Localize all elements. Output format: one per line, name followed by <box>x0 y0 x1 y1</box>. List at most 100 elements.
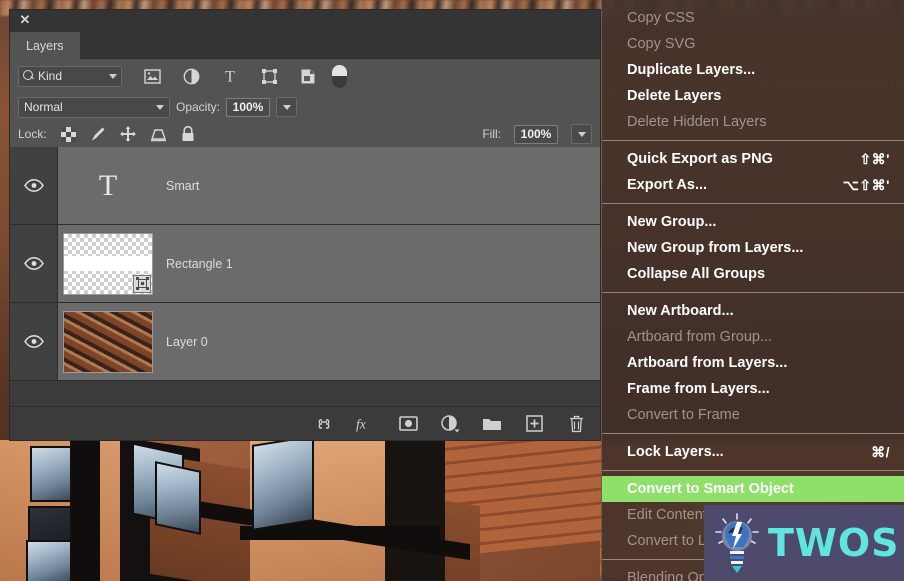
type-layer-icon: T <box>98 168 118 202</box>
menu-item-label: New Group from Layers... <box>627 240 804 256</box>
menu-item-shortcut: ⌘/ <box>871 443 890 460</box>
filter-kind-label: Kind <box>38 69 63 83</box>
adjustment-filter-icon[interactable] <box>181 66 201 86</box>
table-row[interactable]: Rectangle 1 <box>10 225 600 303</box>
layers-panel: ✕ Layers Kind T Normal Opacity: 100% Loc… <box>10 10 600 440</box>
eye-icon[interactable] <box>23 335 44 348</box>
screenshot-root: ✕ Layers Kind T Normal Opacity: 100% Loc… <box>0 0 904 581</box>
image-layer-thumbnail <box>63 310 153 373</box>
menu-item[interactable]: New Group from Layers... <box>602 235 904 261</box>
menu-item-label: Copy SVG <box>627 36 696 52</box>
panel-tab-bar: Layers <box>10 32 600 59</box>
link-layers-icon[interactable] <box>314 414 334 434</box>
fill-stepper[interactable] <box>571 124 592 144</box>
watermark-text: TWOS <box>768 521 900 565</box>
table-row[interactable]: Layer 0 <box>10 303 600 381</box>
menu-item-label: Artboard from Layers... <box>627 355 788 371</box>
menu-separator <box>602 292 904 293</box>
blend-mode-select[interactable]: Normal <box>18 96 170 118</box>
layer-visibility-cell[interactable] <box>10 303 58 380</box>
menu-item-label: Convert to Frame <box>627 407 740 423</box>
filter-enable-toggle[interactable] <box>332 64 347 88</box>
menu-item-label: Artboard from Group... <box>627 329 773 345</box>
smart-object-filter-icon[interactable] <box>298 66 318 86</box>
pixel-filter-icon[interactable] <box>142 66 162 86</box>
panel-titlebar: ✕ <box>10 10 600 32</box>
watermark-overlay: TWOS <box>704 505 904 581</box>
menu-item[interactable]: Lock Layers... ⌘/ <box>602 439 904 465</box>
opacity-input[interactable]: 100% <box>226 97 271 117</box>
menu-item: Copy SVG <box>602 31 904 57</box>
layer-mask-icon[interactable] <box>398 414 418 434</box>
vector-mask-badge-icon <box>133 274 151 293</box>
menu-item[interactable]: Quick Export as PNG ⇧⌘' <box>602 146 904 172</box>
lock-icon-group <box>60 126 197 143</box>
lock-label: Lock: <box>18 127 47 141</box>
menu-item-label: Delete Hidden Layers <box>627 114 767 130</box>
menu-separator <box>602 433 904 434</box>
menu-item[interactable]: Delete Layers <box>602 83 904 109</box>
lock-position-icon[interactable] <box>120 126 137 143</box>
fill-label: Fill: <box>482 127 501 141</box>
search-icon <box>23 70 35 82</box>
new-layer-icon[interactable] <box>524 414 544 434</box>
layer-thumbnail-cell[interactable] <box>58 232 158 295</box>
menu-item-label: Export As... <box>627 177 708 193</box>
menu-item[interactable]: New Group... <box>602 209 904 235</box>
menu-item-label: Convert to Smart Object <box>627 481 794 497</box>
tab-bar-empty-space <box>79 32 600 59</box>
menu-item-label: Collapse All Groups <box>627 266 766 282</box>
tab-layers[interactable]: Layers <box>10 32 80 59</box>
layer-visibility-cell[interactable] <box>10 147 58 224</box>
menu-item: Delete Hidden Layers <box>602 109 904 135</box>
menu-separator <box>602 140 904 141</box>
layer-name[interactable]: Rectangle 1 <box>158 257 233 271</box>
delete-layer-icon[interactable] <box>566 414 586 434</box>
lock-artboard-icon[interactable] <box>150 126 167 143</box>
opacity-stepper[interactable] <box>276 97 298 117</box>
layers-list: T Smart Rectangle 1 Layer 0 <box>10 147 600 381</box>
lock-image-icon[interactable] <box>90 126 107 143</box>
menu-item[interactable]: Duplicate Layers... <box>602 57 904 83</box>
layers-context-menu: Copy CSS Copy SVG Duplicate Layers... Delet… <box>601 0 904 581</box>
new-group-icon[interactable] <box>482 414 502 434</box>
eye-icon[interactable] <box>23 257 44 270</box>
shape-filter-icon[interactable] <box>259 66 279 86</box>
layer-name[interactable]: Smart <box>158 179 199 193</box>
layer-styles-fx-icon[interactable]: fx <box>356 414 376 434</box>
layer-thumbnail-cell[interactable]: T <box>58 168 158 202</box>
menu-item-label: Duplicate Layers... <box>627 62 756 78</box>
layer-filter-row: Kind T <box>10 59 600 93</box>
menu-item[interactable]: New Artboard... <box>602 298 904 324</box>
filter-kind-select[interactable]: Kind <box>18 65 122 87</box>
eye-icon[interactable] <box>23 179 44 192</box>
menu-item[interactable]: Convert to Smart Object <box>602 476 904 502</box>
table-row[interactable]: T Smart <box>10 147 600 225</box>
chevron-down-icon <box>109 73 117 79</box>
menu-item[interactable]: Export As... ⌥⇧⌘' <box>602 172 904 198</box>
chevron-down-icon <box>577 131 586 137</box>
menu-item: Convert to Frame <box>602 402 904 428</box>
svg-text:fx: fx <box>356 416 366 431</box>
lock-transparency-icon[interactable] <box>60 126 77 143</box>
menu-item[interactable]: Collapse All Groups <box>602 261 904 287</box>
menu-item-label: Lock Layers... <box>627 444 724 460</box>
menu-item-shortcut: ⌥⇧⌘' <box>842 176 890 193</box>
fill-input[interactable]: 100% <box>514 124 558 144</box>
type-filter-icon[interactable]: T <box>220 66 240 86</box>
lock-all-icon[interactable] <box>180 126 197 143</box>
opacity-label: Opacity: <box>176 100 221 114</box>
menu-item-label: New Artboard... <box>627 303 734 319</box>
adjustment-layer-icon[interactable] <box>440 414 460 434</box>
svg-text:T: T <box>225 69 235 85</box>
chevron-down-icon <box>156 104 164 110</box>
layer-thumbnail-cell[interactable] <box>58 310 158 373</box>
close-icon[interactable]: ✕ <box>18 13 32 27</box>
layer-name[interactable]: Layer 0 <box>158 335 208 349</box>
menu-item[interactable]: Frame from Layers... <box>602 376 904 402</box>
menu-item[interactable]: Artboard from Layers... <box>602 350 904 376</box>
menu-item-label: New Group... <box>627 214 717 230</box>
blend-mode-row: Normal Opacity: 100% <box>10 93 600 121</box>
layer-visibility-cell[interactable] <box>10 225 58 302</box>
menu-item-label: Copy CSS <box>627 10 695 26</box>
